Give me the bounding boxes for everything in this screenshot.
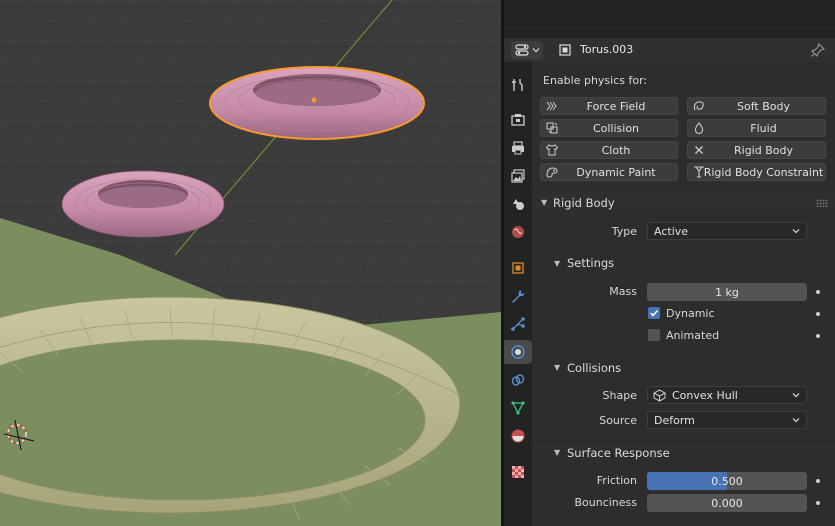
- friction-label: Friction: [596, 474, 637, 487]
- tab-constraints[interactable]: [506, 368, 530, 392]
- world-icon: [512, 226, 524, 238]
- tab-world[interactable]: [506, 220, 530, 244]
- tab-tool[interactable]: [506, 73, 530, 97]
- pin-icon[interactable]: [810, 42, 826, 58]
- cloth-button[interactable]: Cloth: [540, 141, 678, 159]
- chevron-down-icon: [792, 229, 800, 234]
- type-label: Type: [611, 225, 637, 238]
- object-square-icon: [512, 262, 524, 274]
- object-square-icon: [559, 44, 571, 56]
- source-dropdown[interactable]: Deform: [647, 411, 807, 429]
- force-field-icon: [546, 101, 557, 111]
- tab-scene[interactable]: [506, 192, 530, 216]
- tab-texture[interactable]: [506, 460, 530, 484]
- camera-back-icon: [511, 114, 525, 126]
- dynamic-paint-button[interactable]: Dynamic Paint: [540, 163, 678, 181]
- cloth-shirt-icon: [545, 144, 559, 156]
- expand-triangle-icon: ▼: [541, 198, 548, 207]
- tab-output[interactable]: [506, 136, 530, 160]
- animated-checkbox[interactable]: [648, 329, 660, 341]
- scene-icon: [513, 199, 524, 210]
- shape-dropdown[interactable]: Convex Hull: [647, 386, 807, 404]
- particles-icon: [511, 317, 525, 331]
- image-stack-icon: [511, 169, 525, 183]
- collision-icon: [546, 122, 558, 134]
- 3d-viewport[interactable]: [0, 0, 501, 526]
- mesh-triangle-icon: [511, 401, 525, 415]
- dynamic-paint-icon: [546, 167, 558, 178]
- surface-response-subpanel-header[interactable]: ▼ Surface Response: [532, 440, 835, 464]
- properties-top-strip: [504, 0, 835, 38]
- friction-slider[interactable]: 0.500: [647, 472, 807, 490]
- properties-editor: Torus.003 Enable physics for: Force Fiel…: [504, 0, 835, 526]
- tab-object[interactable]: [506, 256, 530, 280]
- tab-render[interactable]: [506, 108, 530, 132]
- shape-label: Shape: [602, 389, 637, 402]
- keyframe-dot[interactable]: [816, 312, 820, 316]
- dynamic-label: Dynamic: [666, 307, 715, 320]
- type-dropdown[interactable]: Active: [647, 222, 807, 240]
- drag-grip-icon[interactable]: [816, 199, 828, 207]
- tab-physics[interactable]: [504, 340, 532, 364]
- wrench-icon: [512, 290, 525, 303]
- keyframe-dot[interactable]: [816, 290, 820, 294]
- keyframe-dot[interactable]: [816, 334, 820, 338]
- chevron-down-icon: [792, 418, 800, 423]
- checkmark-icon: [650, 309, 659, 317]
- mass-field[interactable]: 1 kg: [647, 283, 807, 301]
- collisions-subpanel-header[interactable]: ▼ Collisions: [532, 355, 835, 379]
- settings-subpanel-title: Settings: [567, 256, 615, 270]
- selected-torus-mesh: [209, 66, 425, 140]
- fluid-drop-icon: [694, 122, 704, 135]
- wrench-screwdriver-icon: [512, 79, 523, 91]
- expand-triangle-icon: ▼: [554, 258, 561, 268]
- dynamic-checkbox[interactable]: [648, 307, 660, 319]
- force-field-button[interactable]: Force Field: [540, 97, 678, 115]
- rigid-body-constraint-button[interactable]: Rigid Body Constraint: [687, 163, 826, 181]
- chevron-down-icon: [792, 393, 800, 398]
- tab-particles[interactable]: [506, 312, 530, 336]
- tab-data[interactable]: [506, 396, 530, 420]
- expand-triangle-icon: ▼: [554, 448, 561, 457]
- printer-icon: [512, 141, 524, 155]
- soft-body-icon: [693, 101, 704, 111]
- convex-hull-icon: [653, 389, 666, 402]
- soft-body-button[interactable]: Soft Body: [687, 97, 826, 115]
- expand-triangle-icon: ▼: [554, 363, 561, 372]
- tab-material[interactable]: [506, 424, 530, 448]
- rigid-body-remove-button[interactable]: Rigid Body: [687, 141, 826, 159]
- collision-button[interactable]: Collision: [540, 119, 678, 137]
- rigid-body-panel-header[interactable]: ▼ Rigid Body: [532, 190, 835, 214]
- rigid-body-panel-title: Rigid Body: [553, 195, 615, 210]
- bounciness-slider[interactable]: 0.000: [647, 494, 807, 512]
- chevron-down-icon: [532, 48, 539, 53]
- properties-editor-icon: [514, 44, 529, 56]
- surface-response-subpanel-title: Surface Response: [567, 445, 670, 460]
- tab-view-layer[interactable]: [506, 164, 530, 188]
- settings-subpanel-header[interactable]: ▼ Settings: [532, 251, 835, 275]
- tab-modifiers[interactable]: [506, 284, 530, 308]
- physics-properties: Enable physics for: Force Field Soft Bod…: [532, 62, 835, 526]
- keyframe-dot[interactable]: [816, 479, 820, 483]
- animated-label: Animated: [666, 329, 720, 342]
- fluid-button[interactable]: Fluid: [687, 119, 826, 137]
- constraint-icon: [511, 374, 525, 386]
- object-name: Torus.003: [580, 43, 634, 56]
- collisions-subpanel-title: Collisions: [567, 360, 622, 375]
- checker-texture-icon: [512, 466, 524, 478]
- properties-tab-bar: [504, 62, 532, 526]
- viewport-scene: [0, 0, 501, 526]
- enable-physics-label: Enable physics for:: [543, 74, 648, 87]
- material-sphere-icon: [511, 429, 525, 443]
- rigid-constraint-icon: [694, 166, 704, 178]
- mass-label: Mass: [609, 285, 637, 298]
- physics-orbit-icon: [511, 345, 525, 359]
- source-label: Source: [599, 414, 637, 427]
- close-x-icon: [695, 146, 703, 154]
- editor-type-button[interactable]: [511, 41, 543, 59]
- torus-mesh: [61, 170, 225, 238]
- bounciness-label: Bounciness: [574, 496, 637, 509]
- properties-header: Torus.003: [504, 38, 835, 62]
- keyframe-dot[interactable]: [816, 501, 820, 505]
